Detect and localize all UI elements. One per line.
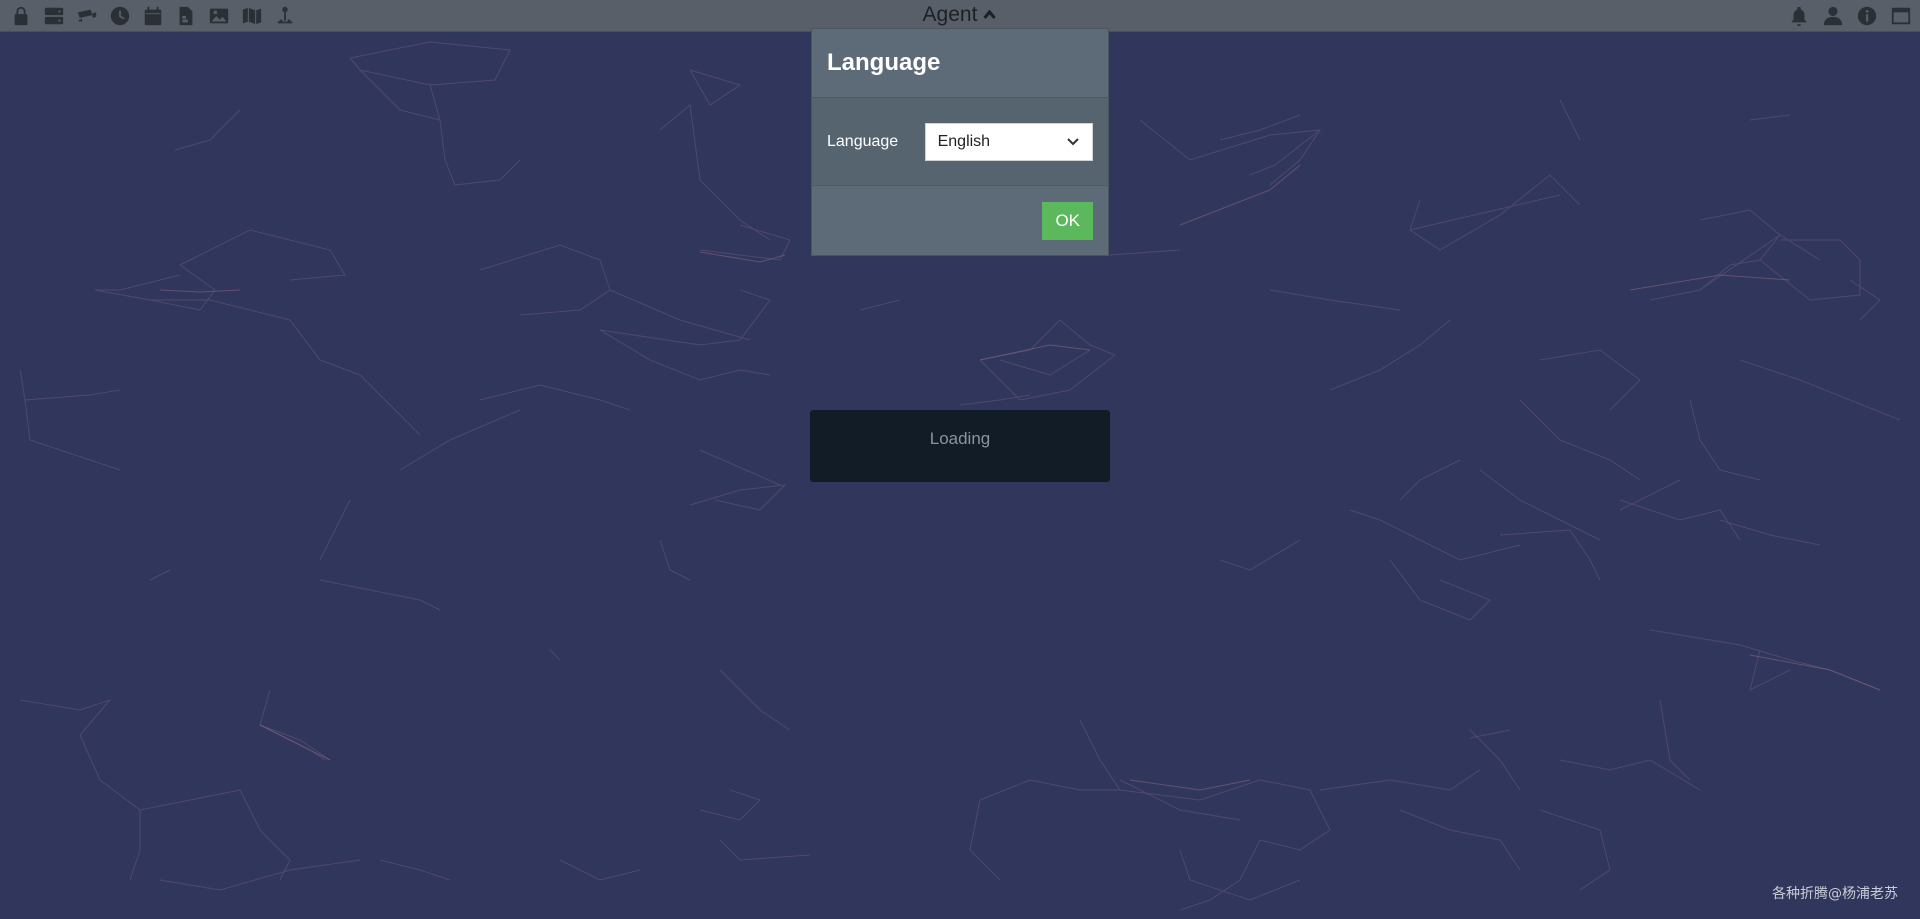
language-dialog: Language Language English OK xyxy=(811,28,1109,256)
toolbar-left-icons xyxy=(8,0,298,32)
watermark-text: 各种折腾@杨浦老苏 xyxy=(1772,886,1898,902)
image-icon[interactable] xyxy=(206,3,232,29)
agent-menu-toggle[interactable]: Agent xyxy=(923,0,998,30)
map-icon[interactable] xyxy=(239,3,265,29)
location-icon[interactable] xyxy=(272,3,298,29)
language-select[interactable]: English xyxy=(924,122,1093,161)
window-icon[interactable] xyxy=(1888,3,1914,29)
bell-icon[interactable] xyxy=(1786,3,1812,29)
agent-label: Agent xyxy=(922,3,978,26)
dialog-header: Language xyxy=(812,29,1108,98)
user-icon[interactable] xyxy=(1820,3,1846,29)
language-label: Language xyxy=(827,132,899,150)
language-select-value: English xyxy=(937,132,991,150)
dialog-body: Language English xyxy=(812,98,1108,186)
ok-button[interactable]: OK xyxy=(1042,201,1093,240)
dialog-title: Language xyxy=(827,49,941,76)
lock-icon[interactable] xyxy=(8,3,34,29)
toolbar-right-icons xyxy=(1786,0,1914,32)
chevron-up-icon xyxy=(983,9,996,19)
chevron-down-icon xyxy=(1067,137,1079,145)
dialog-footer: OK xyxy=(812,186,1108,255)
loading-text: Loading xyxy=(929,429,991,448)
file-icon[interactable] xyxy=(173,3,199,29)
camera-icon[interactable] xyxy=(74,3,100,29)
info-icon[interactable] xyxy=(1854,3,1880,29)
server-icon[interactable] xyxy=(41,3,67,29)
clock-icon[interactable] xyxy=(107,3,133,29)
calendar-icon[interactable] xyxy=(140,3,166,29)
loading-box: Loading xyxy=(810,410,1110,482)
